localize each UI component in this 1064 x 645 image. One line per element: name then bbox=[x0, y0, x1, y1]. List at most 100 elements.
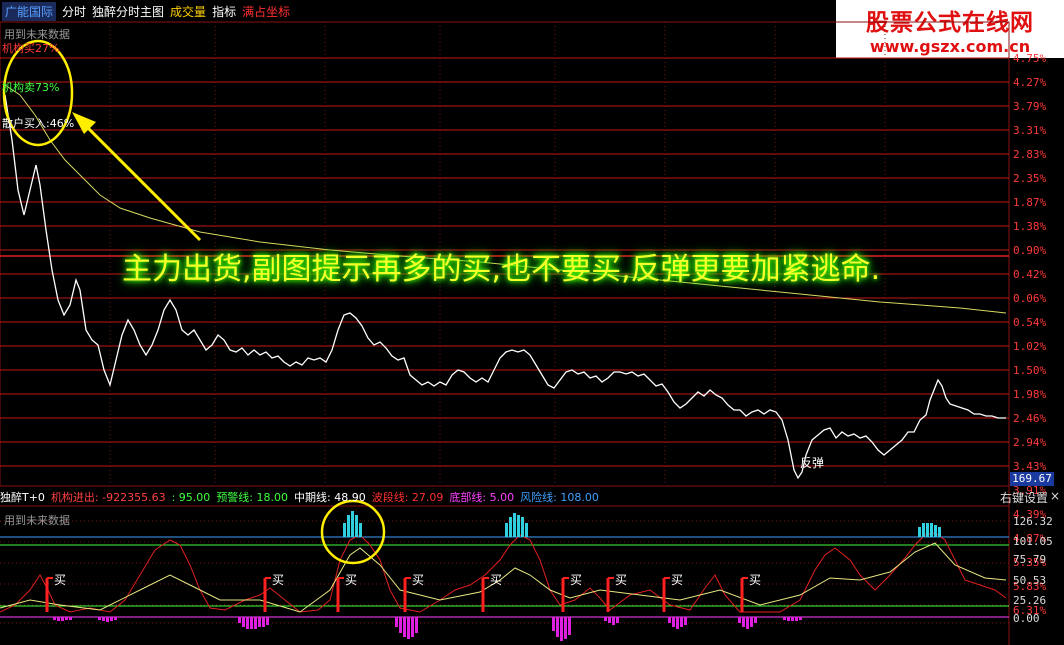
arrow-line bbox=[80, 120, 202, 242]
sub-panel-name[interactable]: 独醉T+0 bbox=[0, 489, 45, 505]
magenta-bar bbox=[102, 617, 105, 621]
main-y-label: 2.94% bbox=[1013, 436, 1047, 449]
magenta-bar bbox=[407, 617, 410, 639]
magenta-bar bbox=[750, 617, 753, 627]
magenta-bar bbox=[560, 617, 563, 641]
magenta-bar bbox=[254, 617, 257, 629]
main-y-label: 2.35% bbox=[1013, 172, 1047, 185]
retail-buy-label: 散户买入:46% bbox=[2, 117, 75, 130]
buy-label: 买 bbox=[671, 573, 683, 587]
magenta-bar bbox=[250, 617, 253, 629]
magenta-bar bbox=[266, 617, 269, 625]
main-y-label: 1.87% bbox=[1013, 196, 1047, 209]
magenta-bar bbox=[415, 617, 418, 633]
main-y-label: 1.02% bbox=[1013, 340, 1047, 353]
main-y-label: 2.46% bbox=[1013, 412, 1047, 425]
indicator-5: 底部线: 5.00 bbox=[449, 491, 515, 504]
main-y-label: 4.27% bbox=[1013, 76, 1047, 89]
magenta-bar bbox=[668, 617, 671, 623]
sub-y-label: 0.00 bbox=[1013, 612, 1040, 625]
magenta-bar bbox=[680, 617, 683, 627]
indicator-4: 波段线: 27.09 bbox=[371, 491, 444, 504]
magenta-bar bbox=[672, 617, 675, 627]
buy-label: 买 bbox=[490, 573, 502, 587]
magenta-bar bbox=[787, 617, 790, 621]
cyan-bar bbox=[517, 515, 520, 537]
current-price-badge: 169.67 bbox=[1010, 472, 1054, 486]
magenta-bar bbox=[754, 617, 757, 623]
close-icon[interactable]: × bbox=[1050, 489, 1060, 503]
annotation-text: 主力出货,副图提示再多的买,也不要买,反弹更要加紧逃命. bbox=[122, 252, 881, 287]
mid-line-yellow bbox=[0, 542, 1007, 613]
cyan-bar bbox=[918, 527, 921, 537]
magenta-bar bbox=[114, 617, 117, 620]
magenta-bar bbox=[262, 617, 265, 627]
magenta-bar bbox=[684, 617, 687, 625]
magenta-bar bbox=[604, 617, 607, 621]
magenta-bar bbox=[395, 617, 398, 627]
magenta-bar bbox=[556, 617, 559, 637]
magenta-bar bbox=[608, 617, 611, 623]
magenta-bar bbox=[238, 617, 241, 623]
cyan-bar bbox=[938, 527, 941, 537]
magenta-bar bbox=[746, 617, 749, 629]
sub-y-label: 50.53 bbox=[1013, 574, 1047, 587]
magenta-bar bbox=[411, 617, 414, 637]
magenta-bar bbox=[738, 617, 741, 623]
magenta-bar bbox=[399, 617, 402, 633]
main-y-label: 4.75% bbox=[1013, 52, 1047, 65]
magenta-bar bbox=[799, 617, 802, 620]
magenta-bar bbox=[69, 617, 72, 620]
sub-y-label: 101.05 bbox=[1013, 535, 1053, 548]
cyan-bar bbox=[355, 515, 358, 537]
buy-label: 买 bbox=[412, 573, 424, 587]
magenta-bar bbox=[65, 617, 68, 620]
main-y-label: 0.90% bbox=[1013, 244, 1047, 257]
cyan-bar bbox=[513, 513, 516, 537]
cyan-bar bbox=[505, 523, 508, 537]
indicator-3: 中期线: 48.90 bbox=[294, 491, 366, 504]
main-y-label: 3.31% bbox=[1013, 124, 1047, 137]
cyan-bar bbox=[525, 523, 528, 537]
main-y-label: 3.79% bbox=[1013, 100, 1047, 113]
main-y-label: 1.98% bbox=[1013, 388, 1047, 401]
magenta-bar bbox=[676, 617, 679, 629]
main-y-label: 1.38% bbox=[1013, 220, 1047, 233]
buy-label: 买 bbox=[272, 573, 284, 587]
magenta-bar bbox=[53, 617, 56, 620]
magenta-bar bbox=[106, 617, 109, 622]
magenta-bar bbox=[742, 617, 745, 627]
indicator-row: 机构进出: -922355.63: 95.00 预警线: 18.00 中期线: 48… bbox=[51, 489, 605, 505]
cyan-bar bbox=[347, 515, 350, 537]
magenta-bar bbox=[57, 617, 60, 621]
main-y-label: 1.50% bbox=[1013, 364, 1047, 377]
cyan-bar bbox=[934, 525, 937, 537]
indicator-1: : 95.00 bbox=[171, 491, 211, 504]
cyan-bar bbox=[922, 523, 925, 537]
magenta-bar bbox=[568, 617, 571, 635]
rebound-label: 反弹 bbox=[800, 456, 825, 470]
buy-label: 买 bbox=[570, 573, 582, 587]
cyan-bar bbox=[930, 523, 933, 537]
cyan-bar bbox=[521, 517, 524, 537]
sub-y-label: 126.32 bbox=[1013, 515, 1053, 528]
inst-buy-label: 机构买27% bbox=[2, 42, 60, 55]
cyan-bar bbox=[359, 523, 362, 537]
indicator-6: 风险线: 108.00 bbox=[520, 491, 599, 504]
magenta-bar bbox=[403, 617, 406, 637]
magenta-bar bbox=[783, 617, 786, 620]
buy-label: 买 bbox=[749, 573, 761, 587]
magenta-bar bbox=[616, 617, 619, 623]
sub-future-data-label: 用到未来数据 bbox=[4, 514, 70, 527]
magenta-bar bbox=[246, 617, 249, 629]
main-y-label: 0.54% bbox=[1013, 316, 1047, 329]
magenta-bar bbox=[242, 617, 245, 627]
right-click-settings[interactable]: 右键设置 bbox=[1000, 489, 1048, 506]
chart-canvas[interactable]: 买买买买买买买买买 bbox=[0, 0, 1064, 645]
cyan-bar bbox=[343, 523, 346, 537]
magenta-bar bbox=[110, 617, 113, 621]
magenta-bar bbox=[612, 617, 615, 625]
inst-sell-label: 机构卖73% bbox=[2, 81, 60, 94]
magenta-bar bbox=[795, 617, 798, 621]
magenta-bar bbox=[791, 617, 794, 621]
